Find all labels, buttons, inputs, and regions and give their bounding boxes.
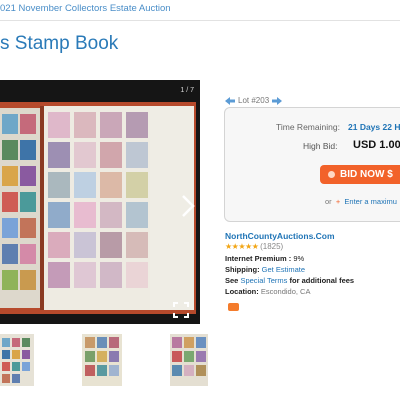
next-lot-arrow-icon[interactable] [272,96,283,105]
special-terms-link[interactable]: Special Terms [240,276,287,285]
thumbnail-2[interactable] [82,334,122,386]
divider [0,20,400,21]
location-label: Location: [225,287,259,296]
thumbnail-3[interactable] [170,334,208,386]
gavel-icon [328,171,335,178]
high-bid-label: High Bid: [303,141,338,151]
bid-now-button[interactable]: BID NOW $ [320,165,400,184]
seller-name-link[interactable]: NorthCountyAuctions.Com [225,231,335,241]
page-title: s Stamp Book [0,33,119,54]
image-counter: 1 / 7 [180,87,194,94]
enter-max-bid-link[interactable]: Enter a maximu [344,197,397,206]
review-count: (1825) [260,242,284,251]
max-bid-row: or + Enter a maximu [325,197,397,206]
main-image[interactable]: 1 / 7 [0,80,200,324]
shipping-row: Shipping: Get Estimate [225,265,305,274]
previous-lot-arrow-icon[interactable] [225,96,235,105]
location-row: Location: Escondido, CA [225,287,310,296]
stamp-book-photo [0,80,200,324]
star-rating-icon: ★★★★★ [225,242,259,251]
seller-rating[interactable]: ★★★★★ (1825) [225,242,283,251]
high-bid-value: USD 1.00 [353,139,400,151]
bid-now-label: BID NOW $ [340,169,393,180]
thumbnail-image [82,334,122,386]
fullscreen-icon[interactable] [173,302,189,318]
shipping-label: Shipping: [225,265,260,274]
internet-premium-value: 9% [293,254,305,263]
next-image-arrow-icon[interactable] [179,193,197,219]
time-remaining-value: 21 Days 22 H [348,122,400,132]
see-suffix: for additional fees [289,276,355,285]
plus-icon: + [333,197,343,206]
see-label: See [225,276,239,285]
get-estimate-link[interactable]: Get Estimate [262,265,305,274]
thumbnail-image [0,334,34,386]
location-value: Escondido, CA [260,287,311,296]
lot-navigation: Lot #203 [225,96,283,105]
thumbnail-image [170,334,208,386]
breadcrumb[interactable]: 021 November Collectors Estate Auction [0,3,171,14]
internet-premium-row: Internet Premium : 9% [225,254,304,263]
time-remaining-label: Time Remaining: [276,122,340,132]
or-text: or [325,197,332,206]
lot-number: Lot #203 [238,96,270,105]
internet-premium-label: Internet Premium : [225,254,292,263]
seller-badge-icon [228,303,239,311]
special-terms-row: See Special Terms for additional fees [225,276,354,285]
thumbnail-1[interactable] [0,334,34,386]
